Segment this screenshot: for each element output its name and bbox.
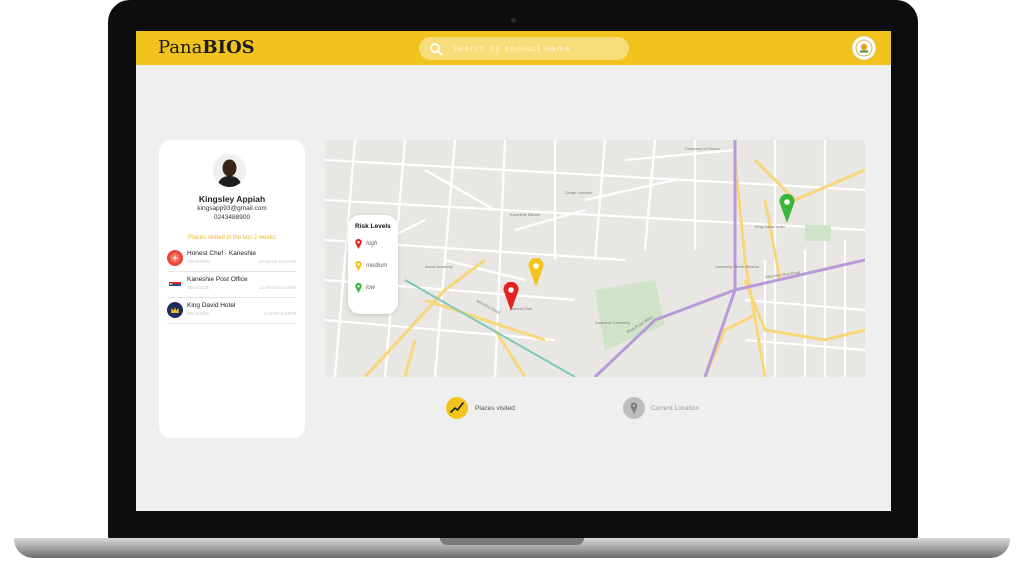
search-input[interactable]: [453, 44, 623, 53]
place-name: Honest Chef - Kaneshie: [187, 250, 257, 257]
map-pin-medium-icon[interactable]: [528, 258, 544, 288]
legend-label: medium: [366, 263, 388, 269]
app-screen: PanaBIOS Kingsley Appiah kingsa: [136, 31, 891, 511]
visited-heading: Places visited in the last 2 weeks: [188, 235, 276, 241]
map-label: Zongo Junction: [565, 190, 593, 195]
place-date: 06/04/2020: [187, 285, 210, 290]
place-time: 3:34PM-5:04PM: [263, 311, 296, 316]
search-bar[interactable]: [419, 37, 629, 60]
legend-item-medium: medium: [355, 261, 387, 271]
map-pin-high-icon[interactable]: [503, 282, 519, 312]
brand-bold: BIOS: [202, 37, 255, 58]
pin-medium-icon: [355, 261, 362, 271]
map-label: King David Hotel: [755, 224, 785, 229]
profile-phone: 0243488900: [213, 214, 251, 221]
place-time: 10:34AM-11:02AM: [258, 259, 296, 264]
legend-item-low: low: [355, 283, 375, 293]
pin-high-icon: [355, 239, 362, 249]
brand-regular: Pana: [158, 37, 203, 58]
current-location-button[interactable]: [623, 397, 645, 419]
pin-low-icon: [355, 283, 362, 293]
legend-title: Risk Levels: [355, 223, 391, 230]
profile-email: kingsapp93@gmail.com: [197, 205, 267, 212]
legend-label: low: [366, 285, 376, 291]
map-label: Kaneshie Market: [510, 212, 541, 217]
map-label: Accra Academy: [425, 264, 453, 269]
list-item[interactable]: King David Hotel 06/04/2020 3:34PM-5:04P…: [167, 300, 296, 324]
camera-dot: [511, 18, 516, 23]
current-location-label[interactable]: Current Location: [651, 405, 699, 412]
org-badge-icon[interactable]: [852, 36, 876, 60]
list-item[interactable]: Kaneshie Post Office 06/04/2020 11:34AM-…: [167, 274, 296, 298]
place-date: 02/04/2020: [187, 259, 210, 264]
list-item[interactable]: Honest Chef - Kaneshie 02/04/2020 10:34A…: [167, 248, 296, 272]
place-name: King David Hotel: [187, 302, 236, 309]
map-view[interactable]: Accra Academy Kaneshie Cemetery Winneba …: [325, 140, 865, 377]
map-base: [325, 140, 865, 377]
risk-legend: Risk Levels high medium low: [348, 215, 398, 314]
map-pin-low-icon[interactable]: [779, 194, 795, 224]
trend-check-icon: [450, 402, 464, 413]
place-time: 11:34AM-11:54AM: [259, 285, 296, 290]
search-icon[interactable]: [429, 42, 443, 56]
places-visited-button[interactable]: [446, 397, 468, 419]
profile-card: Kingsley Appiah kingsapp93@gmail.com 024…: [159, 140, 305, 438]
top-bar: PanaBIOS: [136, 31, 891, 65]
place-name: Kaneshie Post Office: [187, 276, 248, 283]
crown-icon: [167, 302, 183, 318]
map-label: Kaneshie Cemetery: [595, 320, 631, 325]
places-visited-label[interactable]: Places visited: [475, 405, 515, 412]
post-office-icon: [167, 276, 183, 292]
legend-item-high: high: [355, 239, 377, 249]
brand-logo[interactable]: PanaBIOS: [158, 37, 255, 58]
profile-name: Kingsley Appiah: [198, 194, 266, 204]
location-pin-icon: [630, 402, 638, 414]
place-date: 06/04/2020: [187, 311, 210, 316]
map-label: University Street Mission: [715, 264, 760, 269]
legend-label: high: [366, 241, 378, 247]
laptop-notch: [440, 538, 584, 545]
avatar: [213, 154, 246, 187]
map-label: Company of Ghana: [685, 146, 720, 151]
honest-chef-logo-icon: [167, 250, 183, 266]
